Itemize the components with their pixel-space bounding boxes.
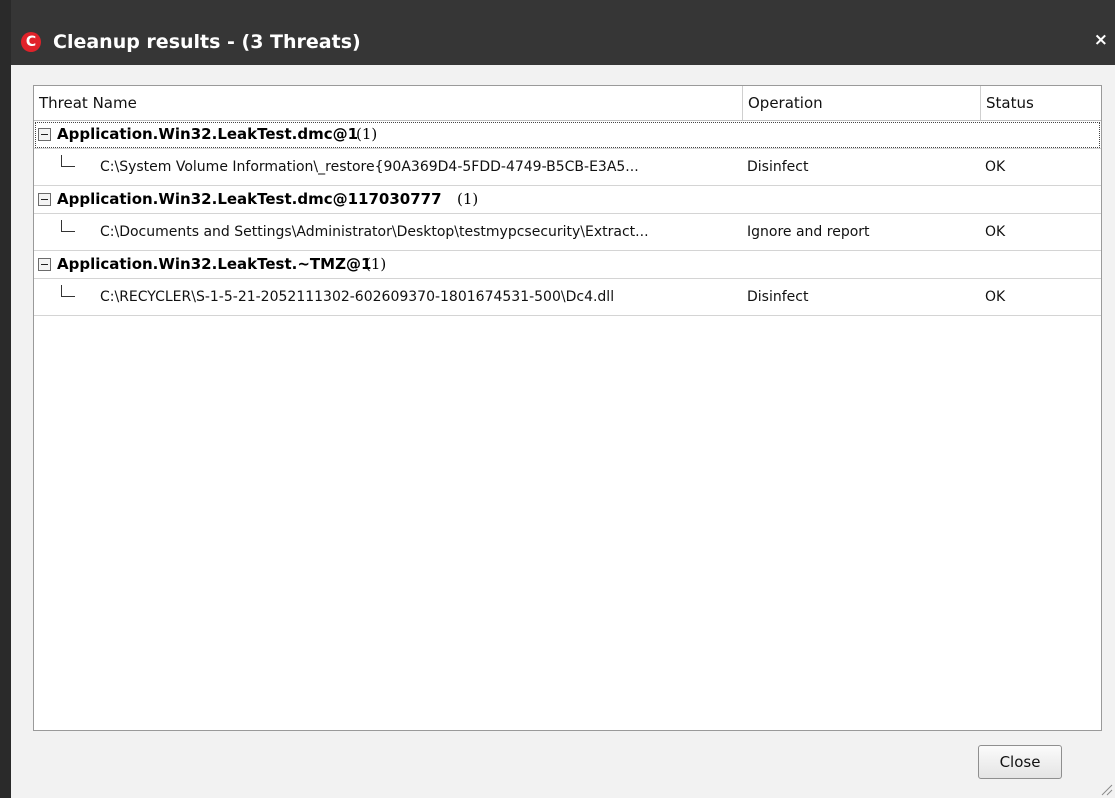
threat-path: C:\Documents and Settings\Administrator\… [100, 224, 649, 240]
close-icon[interactable]: × [1094, 30, 1108, 50]
tree-branch-icon [61, 155, 75, 167]
close-button[interactable]: Close [978, 745, 1062, 779]
threat-group-name: Application.Win32.LeakTest.dmc@117030777 [57, 190, 442, 208]
threat-group-row[interactable]: Application.Win32.LeakTest.~TMZ@1 (1) [34, 251, 1101, 279]
table-header: Threat Name Operation Status [34, 86, 1101, 121]
column-header-status[interactable]: Status [981, 86, 1101, 120]
column-header-operation[interactable]: Operation [743, 86, 981, 120]
title-bar[interactable]: C Cleanup results - (3 Threats) × [11, 0, 1115, 65]
threat-group-name: Application.Win32.LeakTest.~TMZ@1 [57, 255, 372, 273]
threat-operation: Ignore and report [747, 224, 870, 240]
threat-group-count: (1) [457, 190, 479, 208]
collapse-minus-icon[interactable] [38, 193, 51, 206]
threat-group-row[interactable]: Application.Win32.LeakTest.dmc@117030777… [34, 186, 1101, 214]
cleanup-results-window: C Cleanup results - (3 Threats) × Threat… [0, 0, 1115, 798]
threat-item-row[interactable]: C:\Documents and Settings\Administrator\… [34, 214, 1101, 251]
tree-branch-icon [61, 285, 75, 297]
threat-group-name: Application.Win32.LeakTest.dmc@1 [57, 125, 359, 143]
tree-branch-icon [61, 220, 75, 232]
threat-path: C:\System Volume Information\_restore{90… [100, 159, 639, 175]
threat-group-row[interactable]: Application.Win32.LeakTest.dmc@1 (1) [34, 121, 1101, 149]
window-left-edge [0, 0, 11, 798]
collapse-minus-icon[interactable] [38, 128, 51, 141]
threat-item-row[interactable]: C:\RECYCLER\S-1-5-21-2052111302-60260937… [34, 279, 1101, 316]
window-title: Cleanup results - (3 Threats) [53, 31, 361, 53]
threat-operation: Disinfect [747, 289, 809, 305]
comodo-logo-icon: C [21, 32, 41, 52]
threat-list[interactable]: Threat Name Operation Status Application… [33, 85, 1102, 731]
threat-status: OK [985, 289, 1006, 305]
threat-status: OK [985, 159, 1006, 175]
resize-grip-icon[interactable] [1099, 782, 1113, 796]
collapse-minus-icon[interactable] [38, 258, 51, 271]
threat-operation: Disinfect [747, 159, 809, 175]
threat-status: OK [985, 224, 1006, 240]
threat-item-row[interactable]: C:\System Volume Information\_restore{90… [34, 149, 1101, 186]
column-header-threat-name[interactable]: Threat Name [34, 86, 743, 120]
threat-group-count: (1) [356, 125, 378, 143]
threat-group-count: (1) [365, 255, 387, 273]
threat-path: C:\RECYCLER\S-1-5-21-2052111302-60260937… [100, 289, 615, 305]
